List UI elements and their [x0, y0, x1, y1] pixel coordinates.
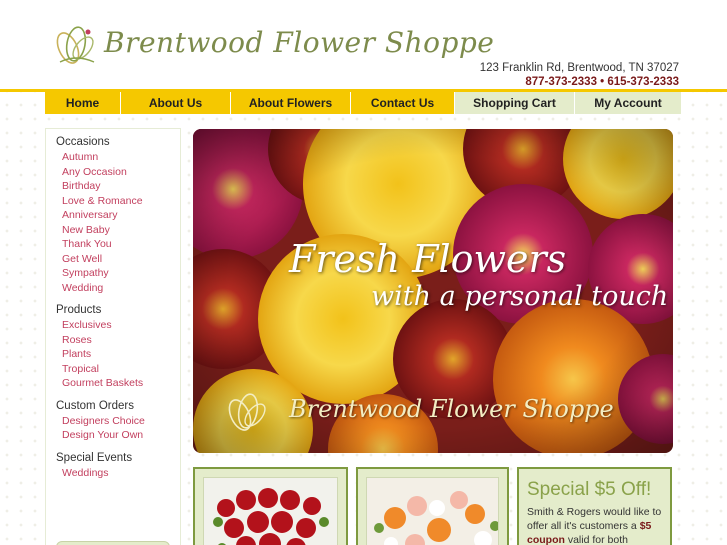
hero-tagline: with a personal touch: [371, 281, 669, 312]
site-logo[interactable]: Brentwood Flower Shoppe: [52, 18, 494, 70]
special-offer-card: Special $5 Off! Smith & Rogers would lik…: [517, 467, 672, 545]
main-nav: Home About Us About Flowers Contact Us S…: [45, 92, 682, 114]
red-roses-image[interactable]: [203, 477, 338, 545]
occasions-group: Occasions Autumn Any Occasion Birthday L…: [56, 136, 180, 295]
sidebar-link-design-your-own[interactable]: Design Your Own: [62, 428, 180, 443]
nav-home[interactable]: Home: [45, 92, 121, 114]
custom-orders-group: Custom Orders Designers Choice Design Yo…: [56, 400, 180, 443]
custom-orders-heading: Custom Orders: [56, 399, 134, 412]
sidebar-link-wedding[interactable]: Wedding: [62, 281, 180, 296]
sidebar-link-weddings[interactable]: Weddings: [62, 466, 180, 481]
header: Brentwood Flower Shoppe 123 Franklin Rd,…: [0, 0, 727, 90]
sidebar-link-birthday[interactable]: Birthday: [62, 179, 180, 194]
store-phones: 877-373-2333 • 615-373-2333: [525, 76, 679, 88]
sidebar-link-sympathy[interactable]: Sympathy: [62, 266, 180, 281]
products-group: Products Exclusives Roses Plants Tropica…: [56, 304, 180, 391]
sidebar-link-exclusives[interactable]: Exclusives: [62, 318, 180, 333]
nav-about-flowers[interactable]: About Flowers: [231, 92, 351, 114]
lily-bouquet-image[interactable]: [366, 477, 499, 545]
special-events-heading: Special Events: [56, 451, 133, 464]
sidebar-link-new-baby[interactable]: New Baby: [62, 223, 180, 238]
products-heading: Products: [56, 304, 102, 316]
sidebar-bottom-button[interactable]: [56, 541, 170, 545]
category-sidebar: Occasions Autumn Any Occasion Birthday L…: [45, 128, 181, 545]
promo-title: Special $5 Off!: [527, 479, 652, 500]
sidebar-link-love-romance[interactable]: Love & Romance: [62, 194, 180, 209]
sidebar-link-roses[interactable]: Roses: [62, 333, 180, 348]
sidebar-link-autumn[interactable]: Autumn: [62, 150, 180, 165]
nav-my-account[interactable]: My Account: [575, 92, 682, 114]
sidebar-link-tropical[interactable]: Tropical: [62, 362, 180, 377]
sidebar-link-thank-you[interactable]: Thank You: [62, 237, 180, 252]
nav-shopping-cart[interactable]: Shopping Cart: [455, 92, 575, 114]
product-card-bouquet[interactable]: [356, 467, 509, 545]
nav-about-us[interactable]: About Us: [121, 92, 231, 114]
product-card-roses[interactable]: [193, 467, 348, 545]
sidebar-link-designers-choice[interactable]: Designers Choice: [62, 414, 180, 429]
sidebar-link-anniversary[interactable]: Anniversary: [62, 208, 180, 223]
occasions-heading: Occasions: [56, 136, 110, 148]
sidebar-link-gourmet-baskets[interactable]: Gourmet Baskets: [62, 376, 180, 391]
promo-amount: $5: [639, 520, 652, 532]
nav-contact-us[interactable]: Contact Us: [351, 92, 455, 114]
promo-coupon-word: coupon: [527, 534, 565, 545]
sidebar-link-get-well[interactable]: Get Well: [62, 252, 180, 267]
hero-logo-text: Brentwood Flower Shoppe: [289, 395, 614, 423]
hero-headline: Fresh Flowers: [289, 237, 567, 281]
hero-banner: Fresh Flowers with a personal touch Bren…: [193, 129, 673, 453]
flower-logo-icon: [56, 26, 95, 64]
sidebar-link-plants[interactable]: Plants: [62, 347, 180, 362]
hero-flower-logo-icon: [228, 393, 266, 431]
promo-text: Smith & Rogers would like to offer all i…: [527, 505, 664, 545]
store-address: 123 Franklin Rd, Brentwood, TN 37027: [479, 62, 679, 74]
special-events-group: Special Events Weddings: [56, 452, 180, 481]
site-logo-text: Brentwood Flower Shoppe: [104, 26, 495, 59]
sidebar-link-any-occasion[interactable]: Any Occasion: [62, 165, 180, 180]
